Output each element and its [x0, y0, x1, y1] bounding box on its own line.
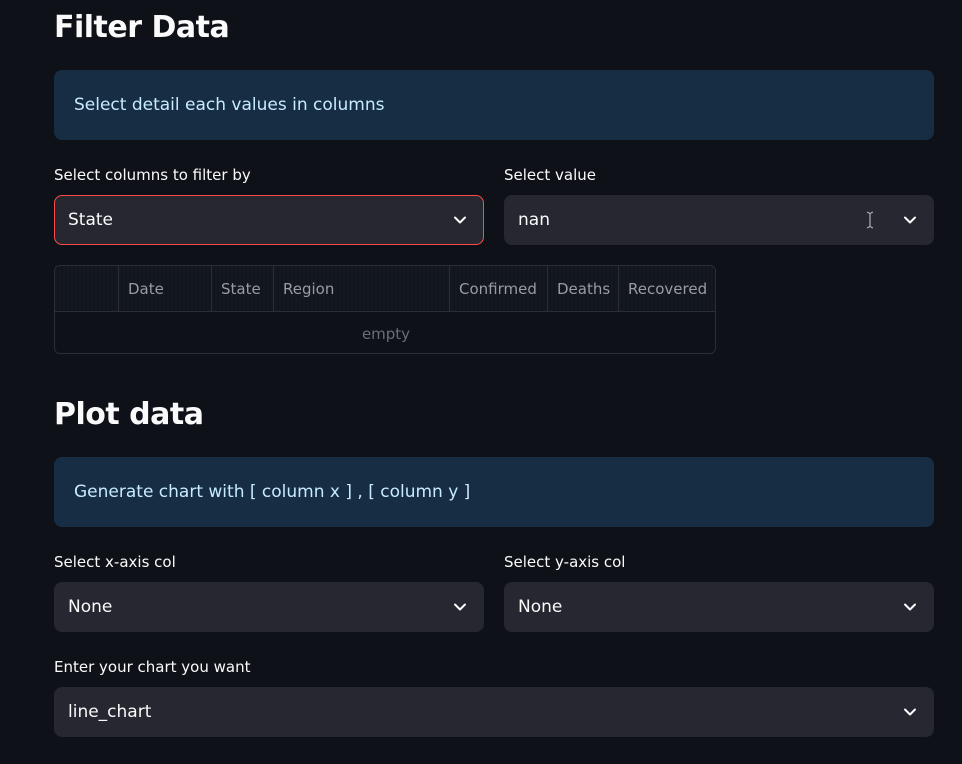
chevron-down-icon	[454, 603, 466, 611]
value-select[interactable]: nan	[504, 195, 934, 245]
x-select-label: Select x-axis col	[54, 553, 176, 571]
x-axis-select[interactable]: None	[54, 582, 484, 632]
column-select-value: State	[68, 210, 113, 230]
table-header-recovered[interactable]: Recovered	[619, 266, 715, 311]
chevron-down-icon	[904, 603, 916, 611]
filter-section-title: Filter Data	[54, 10, 230, 45]
plot-info-box: Generate chart with [ column x ] , [ col…	[54, 457, 934, 527]
chart-type-select[interactable]: line_chart	[54, 687, 934, 737]
y-select-label: Select y-axis col	[504, 553, 626, 571]
table-header-confirmed[interactable]: Confirmed	[450, 266, 548, 311]
table-header-deaths[interactable]: Deaths	[548, 266, 619, 311]
value-select-value: nan	[518, 210, 550, 230]
chevron-down-icon	[904, 708, 916, 716]
table-empty-text: empty	[361, 324, 411, 343]
table-empty-row: empty	[55, 312, 715, 353]
table-header-region[interactable]: Region	[274, 266, 450, 311]
chart-type-select-value: line_chart	[68, 702, 152, 722]
plot-info-text: Generate chart with [ column x ] , [ col…	[74, 482, 471, 502]
table-header-state[interactable]: State	[212, 266, 274, 311]
table-header-date[interactable]: Date	[119, 266, 212, 311]
y-axis-select[interactable]: None	[504, 582, 934, 632]
app-page: Filter Data Select detail each values in…	[0, 0, 962, 764]
chevron-down-icon	[904, 216, 916, 224]
text-cursor-icon	[866, 211, 874, 229]
column-select-label: Select columns to filter by	[54, 166, 251, 184]
value-select-label: Select value	[504, 166, 597, 184]
x-axis-select-value: None	[68, 597, 113, 617]
table-header: Date State Region Confirmed Deaths Recov…	[55, 266, 715, 312]
column-select[interactable]: State	[54, 195, 484, 245]
chevron-down-icon	[454, 216, 466, 224]
y-axis-select-value: None	[518, 597, 563, 617]
filter-info-text: Select detail each values in columns	[74, 95, 385, 115]
table-header-index[interactable]	[55, 266, 119, 311]
plot-section-title: Plot data	[54, 397, 204, 432]
chart-select-label: Enter your chart you want	[54, 658, 251, 676]
filter-info-box: Select detail each values in columns	[54, 70, 934, 140]
data-table[interactable]: Date State Region Confirmed Deaths Recov…	[54, 265, 716, 354]
